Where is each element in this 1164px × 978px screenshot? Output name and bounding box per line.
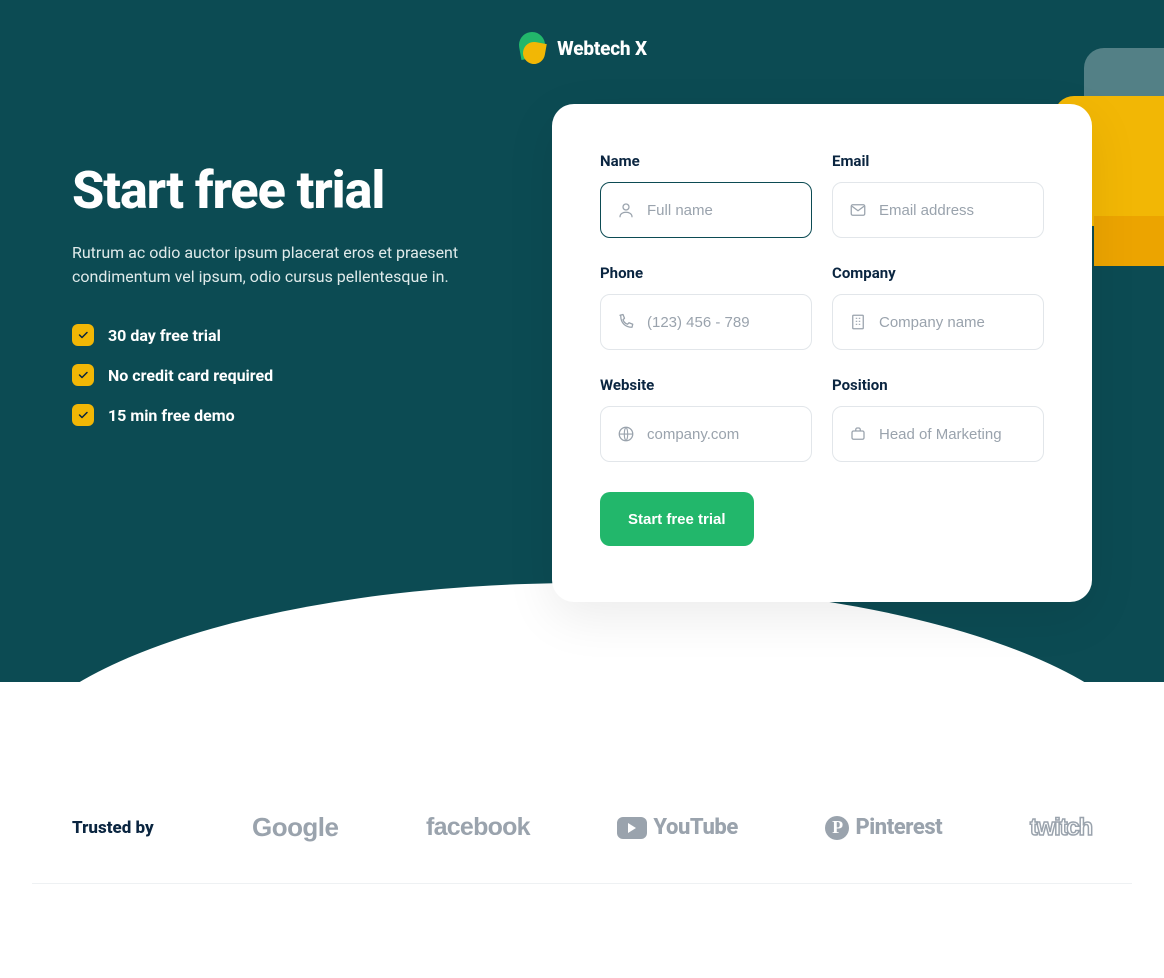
input-wrap-email[interactable] bbox=[832, 182, 1044, 238]
label-company: Company bbox=[832, 264, 1044, 282]
briefcase-icon bbox=[849, 425, 867, 443]
check-icon bbox=[72, 324, 94, 346]
trusted-label: Trusted by bbox=[72, 818, 212, 838]
field-position: Position bbox=[832, 376, 1044, 462]
brand-logo-icon bbox=[517, 32, 547, 64]
label-website: Website bbox=[600, 376, 812, 394]
hero-section: Webtech X Start free trial Rutrum ac odi… bbox=[0, 0, 1164, 682]
page-title: Start free trial bbox=[72, 164, 492, 219]
pinterest-circle-icon: P bbox=[825, 816, 849, 840]
bullet-item: 30 day free trial bbox=[72, 324, 492, 346]
logo-pinterest-text: Pinterest bbox=[855, 815, 942, 840]
trusted-logos: Google facebook YouTube P Pinterest twit… bbox=[252, 812, 1092, 843]
person-icon bbox=[617, 201, 635, 219]
page-lead: Rutrum ac odio auctor ipsum placerat ero… bbox=[72, 241, 472, 291]
label-name: Name bbox=[600, 152, 812, 170]
hero-copy: Start free trial Rutrum ac odio auctor i… bbox=[72, 104, 492, 444]
brand-name: Webtech X bbox=[557, 37, 647, 60]
field-name: Name bbox=[600, 152, 812, 238]
signup-form-card: Name Email Phone bbox=[552, 104, 1092, 602]
field-company: Company bbox=[832, 264, 1044, 350]
input-wrap-website[interactable] bbox=[600, 406, 812, 462]
field-email: Email bbox=[832, 152, 1044, 238]
youtube-play-icon bbox=[617, 817, 647, 839]
input-wrap-position[interactable] bbox=[832, 406, 1044, 462]
input-wrap-phone[interactable] bbox=[600, 294, 812, 350]
label-phone: Phone bbox=[600, 264, 812, 282]
bullet-item: No credit card required bbox=[72, 364, 492, 386]
mail-icon bbox=[849, 201, 867, 219]
email-input[interactable] bbox=[879, 202, 1027, 219]
company-input[interactable] bbox=[879, 314, 1027, 331]
label-email: Email bbox=[832, 152, 1044, 170]
bullet-text: 30 day free trial bbox=[108, 326, 221, 345]
logo-youtube-text: YouTube bbox=[653, 815, 737, 840]
brand[interactable]: Webtech X bbox=[72, 20, 1092, 104]
feature-bullets: 30 day free trial No credit card require… bbox=[72, 324, 492, 426]
phone-icon bbox=[617, 313, 635, 331]
logo-google: Google bbox=[252, 812, 338, 843]
field-phone: Phone bbox=[600, 264, 812, 350]
input-wrap-name[interactable] bbox=[600, 182, 812, 238]
building-icon bbox=[849, 313, 867, 331]
logo-pinterest: P Pinterest bbox=[825, 815, 942, 840]
check-icon bbox=[72, 364, 94, 386]
bullet-text: 15 min free demo bbox=[108, 406, 235, 425]
name-input[interactable] bbox=[647, 202, 795, 219]
input-wrap-company[interactable] bbox=[832, 294, 1044, 350]
position-input[interactable] bbox=[879, 426, 1027, 443]
bullet-item: 15 min free demo bbox=[72, 404, 492, 426]
website-input[interactable] bbox=[647, 426, 795, 443]
field-website: Website bbox=[600, 376, 812, 462]
label-position: Position bbox=[832, 376, 1044, 394]
logo-youtube: YouTube bbox=[617, 815, 737, 840]
logo-facebook: facebook bbox=[426, 813, 530, 842]
globe-icon bbox=[617, 425, 635, 443]
phone-input[interactable] bbox=[647, 314, 795, 331]
check-icon bbox=[72, 404, 94, 426]
submit-button[interactable]: Start free trial bbox=[600, 492, 754, 546]
logo-twitch: twitch bbox=[1030, 814, 1092, 842]
bullet-text: No credit card required bbox=[108, 366, 273, 385]
